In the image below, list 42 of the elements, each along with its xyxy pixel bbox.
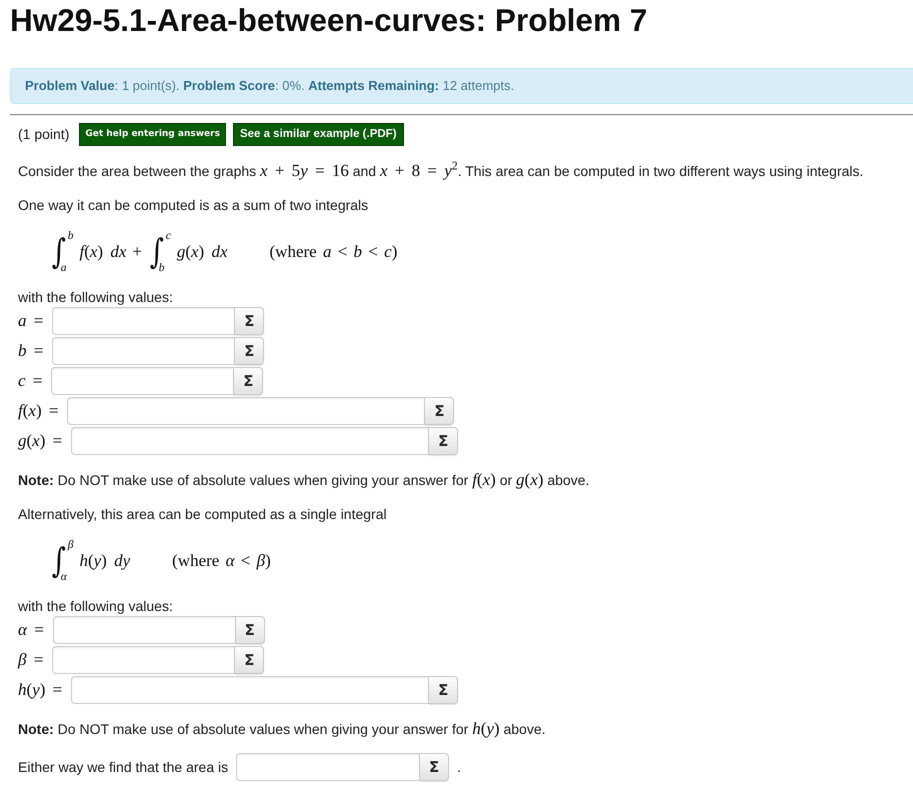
formula-condition: (where a < b < c) (270, 242, 398, 262)
variable-label: b = (18, 341, 44, 361)
equation-editor-button[interactable]: Σ (235, 307, 264, 335)
variable-label: f(x) = (18, 401, 58, 421)
variable-label: c = (18, 371, 42, 391)
punctuation-text: . (457, 758, 461, 777)
problem-text: One way it can be computed is as a sum of two integrals (18, 196, 370, 215)
answer-field[interactable] (236, 753, 420, 781)
problem-text: Either way we find that the area is (18, 758, 228, 777)
variable-label: β = (18, 650, 44, 670)
variable-label: α = (18, 620, 44, 640)
problem-text: Note: Do NOT make use of absolute values when giving your answer for h(y) above. (18, 719, 547, 739)
equation-editor-button[interactable]: Σ (235, 337, 264, 365)
equation-editor-button[interactable]: Σ (429, 427, 458, 455)
answer-field[interactable] (51, 367, 234, 395)
equation-editor-button[interactable]: Σ (425, 397, 454, 425)
variable-label: h(y) = (18, 680, 62, 700)
problem-text: Alternatively, this area can be computed as a single integral (18, 505, 388, 524)
example-button[interactable]: See a similar example (.PDF) (232, 122, 404, 146)
variable-label: g(x) = (18, 431, 62, 451)
equation-editor-button[interactable]: Σ (234, 367, 264, 395)
answer-field[interactable] (52, 646, 236, 674)
answer-field[interactable] (52, 337, 236, 365)
problem-text: with the following values: (18, 288, 174, 307)
equation-editor-button[interactable]: Σ (236, 616, 265, 644)
page-title: Hw29-5.1-Area-between-curves: Problem 7 (10, 2, 648, 38)
formula-condition: (where α < β) (172, 551, 271, 571)
score-summary: Problem Value: 1 point(s). Problem Score: 0%. Attempts Remaining: 12 attempts. (25, 77, 514, 95)
answer-field[interactable] (67, 397, 426, 425)
answer-field[interactable] (71, 676, 430, 704)
equation-editor-button[interactable]: Σ (235, 646, 264, 674)
answer-field[interactable] (71, 427, 430, 455)
equation-editor-button[interactable]: Σ (420, 753, 450, 781)
problem-text: Note: Do NOT make use of absolute values when giving your answer for f(x) or g(x) above. (18, 470, 590, 490)
point-value: (1 point) (18, 125, 70, 144)
variable-label: a = (18, 311, 44, 331)
problem-text: Consider the area between the graphs x + 5y = 16 and x + 8 = y$^{2}$. This area can be computed in two different ways using integrals. (18, 161, 864, 181)
equation-editor-button[interactable]: Σ (429, 676, 458, 704)
help-button[interactable]: Get help entering answers (79, 122, 226, 146)
answer-field[interactable] (52, 616, 236, 644)
problem-text: with the following values: (18, 597, 174, 616)
answer-field[interactable] (52, 307, 236, 335)
